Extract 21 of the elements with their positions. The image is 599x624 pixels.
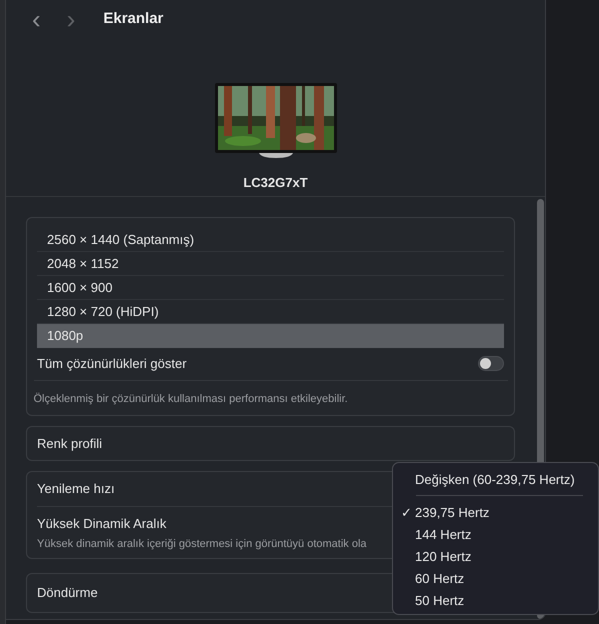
row-description: Yüksek dinamik aralık içeriği göstermesi için görüntüyü otomatik ola — [37, 536, 368, 552]
menu-item[interactable]: 144 Hertz — [398, 524, 593, 546]
menu-item[interactable]: ✓ 239,75 Hertz — [398, 502, 593, 524]
display-name: LC32G7xT — [243, 174, 308, 192]
back-button[interactable]: ‹ — [28, 6, 45, 32]
row-label: Döndürme — [37, 584, 98, 602]
note-text: Ölçeklenmiş bir çözünürlük kullanılması performansı etkileyebilir. — [34, 392, 348, 404]
resolution-option[interactable]: 1080p — [37, 324, 504, 348]
resolution-option[interactable]: 1600 × 900 — [37, 276, 504, 300]
menu-item[interactable]: Değişken (60-239,75 Hertz) — [398, 469, 593, 491]
toggle-label: Tüm çözünürlükleri göster — [37, 355, 187, 373]
resolution-option[interactable]: 2560 × 1440 (Saptanmış) — [37, 228, 504, 252]
window-title: Ekranlar — [103, 8, 164, 29]
toggle-switch[interactable] — [478, 356, 504, 372]
row-label: Yüksek Dinamik Aralık — [37, 515, 168, 533]
menu-item[interactable]: 120 Hertz — [398, 546, 593, 568]
resolution-option[interactable]: 2048 × 1152 — [37, 252, 504, 276]
checkmark-icon: ✓ — [401, 505, 412, 520]
row-label: Renk profili — [37, 434, 102, 453]
row-label: Yenileme hızı — [37, 480, 115, 498]
color-profile-row[interactable]: Renk profili — [26, 426, 515, 461]
